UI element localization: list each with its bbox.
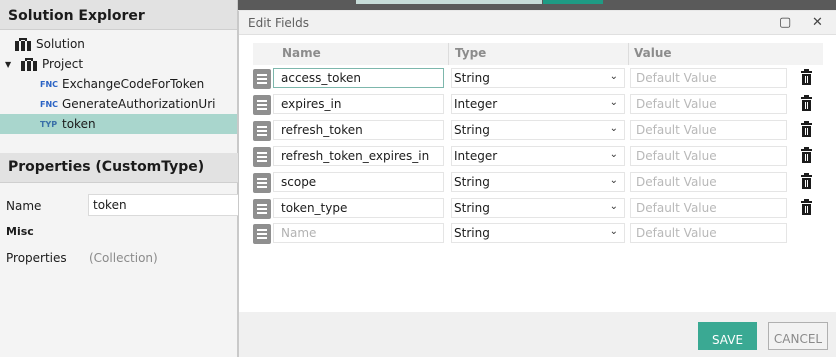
drag-handle-icon[interactable]	[253, 147, 271, 167]
field-value-input[interactable]: Default Value	[630, 146, 787, 166]
property-section-misc: Misc	[6, 225, 34, 238]
field-value-input[interactable]: Default Value	[630, 198, 787, 218]
type-kind-badge: TYP	[40, 119, 58, 129]
chevron-down-icon: ⌄	[609, 149, 618, 160]
drag-handle-icon[interactable]	[253, 224, 271, 244]
solution-tree: Solution ▼ Project FNC ExchangeCodeForTo…	[0, 30, 237, 134]
field-name-input[interactable]: access_token	[273, 68, 444, 88]
briefcase-icon	[15, 37, 31, 51]
field-row: token_type String ⌄ Default Value	[253, 198, 823, 220]
solution-explorer-title: Solution Explorer	[0, 0, 237, 30]
field-row: expires_in Integer ⌄ Default Value	[253, 94, 823, 116]
new-field-type-select[interactable]: String ⌄	[451, 223, 625, 243]
chevron-down-icon: ⌄	[609, 201, 618, 212]
property-collection-value[interactable]: (Collection)	[89, 251, 158, 265]
save-button[interactable]: SAVE	[698, 322, 757, 350]
chevron-down-icon: ⌄	[609, 175, 618, 186]
trash-icon[interactable]	[801, 121, 812, 137]
field-type-select[interactable]: String ⌄	[451, 198, 625, 218]
chevron-down-icon: ⌄	[609, 123, 618, 134]
field-value-input[interactable]: Default Value	[630, 68, 787, 88]
field-type-select[interactable]: String ⌄	[451, 68, 625, 88]
properties-title: Properties (CustomType)	[0, 153, 238, 183]
drag-handle-icon[interactable]	[253, 121, 271, 141]
field-row: refresh_token String ⌄ Default Value	[253, 120, 823, 142]
field-value-input[interactable]: Default Value	[630, 172, 787, 192]
new-field-row: Name String ⌄ Default Value	[253, 223, 823, 245]
expand-caret-icon[interactable]: ▼	[5, 60, 15, 69]
property-label: Properties	[6, 251, 67, 265]
tree-item-label: token	[62, 117, 96, 131]
property-name-input[interactable]: token	[88, 194, 238, 216]
tree-item-project[interactable]: ▼ Project	[0, 54, 237, 74]
tree-item-label: GenerateAuthorizationUri	[62, 97, 216, 111]
new-field-value-input[interactable]: Default Value	[630, 223, 787, 243]
drag-handle-icon[interactable]	[253, 69, 271, 89]
briefcase-icon	[21, 57, 37, 71]
app-window: Solution Explorer Solution ▼ Project FNC…	[0, 0, 836, 357]
field-value-input[interactable]: Default Value	[630, 94, 787, 114]
dialog-footer: SAVE CANCEL	[239, 312, 836, 357]
chevron-down-icon: ⌄	[609, 97, 618, 108]
left-panel: Solution Explorer Solution ▼ Project FNC…	[0, 0, 238, 357]
field-name-input[interactable]: scope	[273, 172, 444, 192]
fields-grid-header: Name Type Value	[253, 43, 823, 65]
field-row: refresh_token_expires_in Integer ⌄ Defaul…	[253, 146, 823, 168]
field-value-input[interactable]: Default Value	[630, 120, 787, 140]
dialog-title: Edit Fields	[248, 16, 310, 30]
field-name-input[interactable]: refresh_token	[273, 120, 444, 140]
drag-handle-icon[interactable]	[253, 199, 271, 219]
drag-handle-icon[interactable]	[253, 95, 271, 115]
tree-item-exchange-code[interactable]: FNC ExchangeCodeForToken	[0, 74, 237, 94]
chevron-down-icon: ⌄	[609, 226, 618, 237]
drag-handle-icon[interactable]	[253, 173, 271, 193]
trash-icon[interactable]	[801, 199, 812, 215]
maximize-icon[interactable]: ▢	[779, 15, 791, 30]
editor-tab-strip	[238, 0, 836, 10]
trash-icon[interactable]	[801, 147, 812, 163]
tree-item-generate-uri[interactable]: FNC GenerateAuthorizationUri	[0, 94, 237, 114]
field-type-select[interactable]: String ⌄	[451, 172, 625, 192]
field-row: scope String ⌄ Default Value	[253, 172, 823, 194]
dialog-title-bar: Edit Fields ▢ ✕	[239, 11, 836, 35]
tree-item-label: Project	[42, 57, 84, 71]
function-kind-badge: FNC	[40, 79, 59, 89]
cancel-button[interactable]: CANCEL	[768, 322, 828, 350]
column-header-value: Value	[634, 46, 672, 60]
tree-item-token[interactable]: TYP token	[0, 114, 237, 134]
trash-icon[interactable]	[801, 69, 812, 85]
tree-item-label: Solution	[36, 37, 85, 51]
column-header-type: Type	[455, 46, 487, 60]
new-field-name-input[interactable]: Name	[273, 223, 444, 243]
field-name-input[interactable]: token_type	[273, 198, 444, 218]
trash-icon[interactable]	[801, 95, 812, 111]
close-icon[interactable]: ✕	[812, 15, 823, 30]
field-type-select[interactable]: String ⌄	[451, 120, 625, 140]
chevron-down-icon: ⌄	[609, 71, 618, 82]
field-type-select[interactable]: Integer ⌄	[451, 146, 625, 166]
function-kind-badge: FNC	[40, 99, 59, 109]
field-row: access_token String ⌄ Default Value	[253, 68, 823, 90]
field-type-select[interactable]: Integer ⌄	[451, 94, 625, 114]
trash-icon[interactable]	[801, 173, 812, 189]
tree-item-label: ExchangeCodeForToken	[62, 77, 205, 91]
property-label: Name	[6, 199, 42, 213]
field-name-input[interactable]: refresh_token_expires_in	[273, 146, 444, 166]
column-header-name: Name	[282, 46, 321, 60]
tree-item-solution[interactable]: Solution	[0, 34, 237, 54]
edit-fields-dialog: Edit Fields ▢ ✕ Name Type Value access_t…	[238, 11, 836, 357]
field-name-input[interactable]: expires_in	[273, 94, 444, 114]
